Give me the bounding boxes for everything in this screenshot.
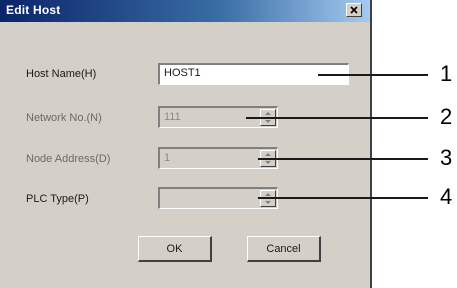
spin-down-icon	[265, 120, 271, 123]
host-name-value: HOST1	[164, 67, 201, 79]
callout-number-2: 2	[440, 104, 453, 129]
close-button[interactable]	[346, 3, 362, 17]
callout-line-1	[318, 74, 428, 76]
close-icon	[350, 6, 358, 14]
callout-line-2	[246, 117, 428, 119]
callout-line-3	[258, 158, 428, 160]
network-no-value: 111	[164, 111, 181, 123]
spin-up-icon	[265, 153, 271, 156]
spin-down-icon	[265, 161, 271, 164]
cancel-button[interactable]: Cancel	[247, 236, 321, 262]
spin-up-icon	[265, 112, 271, 115]
spin-up-icon	[265, 193, 271, 196]
title-bar[interactable]: Edit Host	[0, 0, 370, 22]
spin-down-icon	[265, 201, 271, 204]
node-address-label: Node Address(D)	[26, 153, 111, 165]
callout-number-1: 1	[440, 61, 453, 86]
callout-line-4	[258, 197, 428, 199]
host-name-label: Host Name(H)	[26, 68, 97, 80]
callout-number-4: 4	[440, 184, 453, 209]
network-no-label: Network No.(N)	[26, 112, 102, 124]
callout-number-3: 3	[440, 145, 453, 170]
plc-type-label: PLC Type(P)	[26, 193, 89, 205]
dialog-title: Edit Host	[6, 3, 61, 17]
ok-button[interactable]: OK	[138, 236, 212, 262]
edit-host-dialog: Edit Host Host Name(H) HOST1 Network No.…	[0, 0, 372, 288]
node-address-value: 1	[164, 152, 171, 164]
screenshot-stage: Edit Host Host Name(H) HOST1 Network No.…	[0, 0, 457, 288]
